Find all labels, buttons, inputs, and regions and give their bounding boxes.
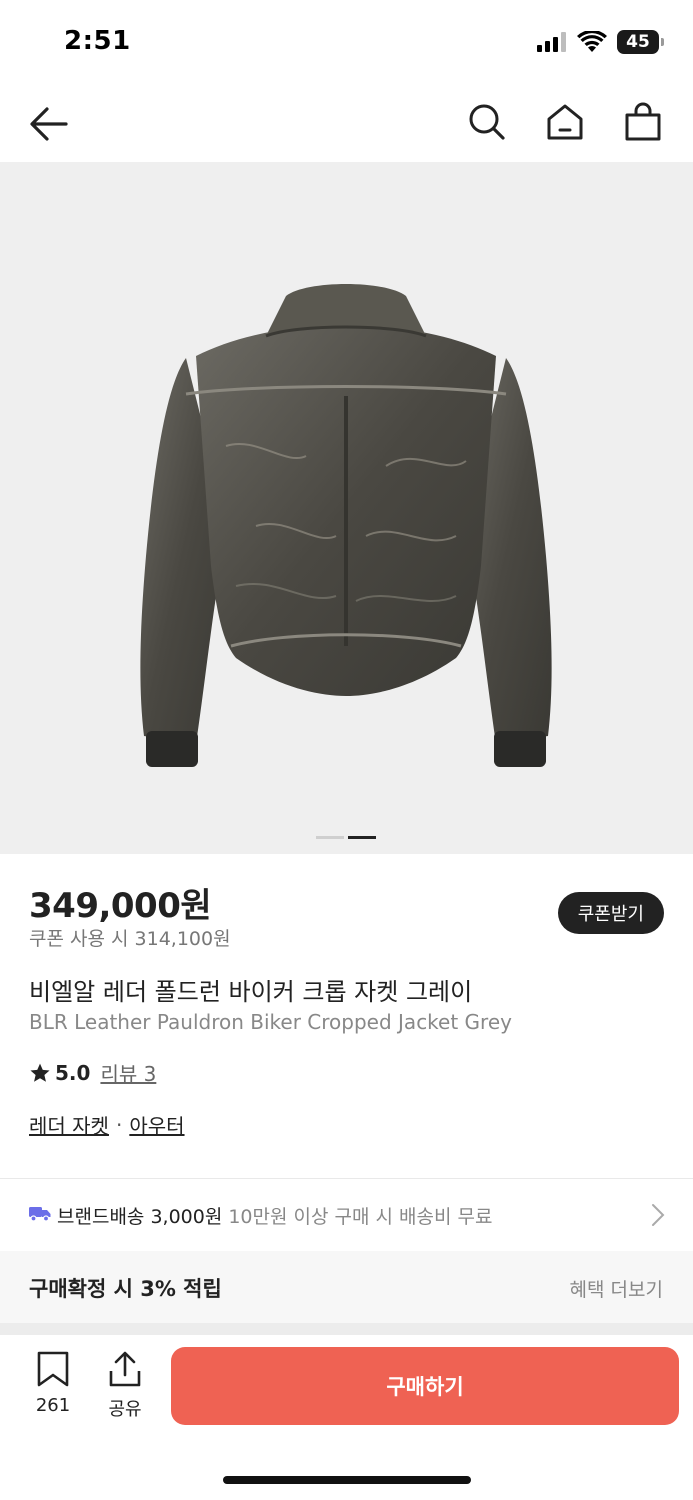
product-image <box>140 284 552 767</box>
buy-button[interactable]: 구매하기 <box>171 1347 679 1425</box>
status-bar: 2:51 45 <box>0 0 693 86</box>
back-button[interactable] <box>28 104 70 144</box>
bookmark-count: 261 <box>35 1395 71 1416</box>
bookmark-button[interactable]: 261 <box>30 1351 76 1416</box>
search-icon <box>469 104 505 140</box>
benefit-label: 구매확정 시 3% 적립 <box>29 1277 222 1301</box>
shipping-label: 브랜드배송 3,000원 <box>57 1206 223 1228</box>
product-image-gallery[interactable] <box>0 162 693 854</box>
home-icon <box>547 104 583 140</box>
rating-row: 5.0 리뷰 3 <box>29 1058 156 1087</box>
arrow-left-icon <box>30 107 68 141</box>
benefit-more-link[interactable]: 혜택 더보기 <box>570 1275 663 1302</box>
category-breadcrumb: 레더 자켓 · 아우터 <box>29 1110 185 1139</box>
bookmark-icon <box>37 1351 69 1387</box>
bottom-action-bar: 261 공유 구매하기 <box>0 1335 693 1500</box>
status-time: 2:51 <box>64 26 131 56</box>
product-price: 349,000원 <box>29 886 212 926</box>
section-divider <box>0 1323 693 1335</box>
top-navigation <box>0 86 693 162</box>
cellular-signal-icon <box>537 32 566 52</box>
star-icon <box>30 1063 50 1082</box>
share-label: 공유 <box>108 1399 142 1420</box>
category-link-leather-jacket[interactable]: 레더 자켓 <box>29 1110 109 1139</box>
product-name-en: BLR Leather Pauldron Biker Cropped Jacke… <box>29 1010 512 1034</box>
category-separator: · <box>115 1112 123 1137</box>
coupon-price: 쿠폰 사용 시 314,100원 <box>29 928 231 950</box>
reviews-link[interactable]: 리뷰 3 <box>100 1058 156 1087</box>
benefit-row: 구매확정 시 3% 적립 혜택 더보기 <box>0 1251 693 1323</box>
shipping-info-row[interactable]: 브랜드배송 3,000원 10만원 이상 구매 시 배송비 무료 <box>0 1179 693 1251</box>
share-button[interactable]: 공유 <box>102 1351 148 1421</box>
search-button[interactable] <box>467 102 507 142</box>
shipping-note: 10만원 이상 구매 시 배송비 무료 <box>228 1206 493 1228</box>
truck-icon <box>29 1207 51 1222</box>
battery-icon: 45 <box>617 30 664 54</box>
shopping-bag-icon <box>625 102 661 141</box>
status-icons: 45 <box>537 30 664 54</box>
home-indicator <box>223 1476 471 1484</box>
get-coupon-button[interactable]: 쿠폰받기 <box>557 892 664 934</box>
chevron-right-icon <box>652 1204 665 1226</box>
wifi-icon <box>577 31 607 52</box>
pagination-dot-active <box>348 836 376 839</box>
home-button[interactable] <box>545 102 585 142</box>
category-link-outer[interactable]: 아우터 <box>129 1110 184 1139</box>
gallery-pagination <box>316 836 376 839</box>
pagination-dot <box>316 836 344 839</box>
rating-score: 5.0 <box>55 1060 91 1085</box>
cart-button[interactable] <box>623 102 663 142</box>
product-name-ko: 비엘알 레더 폴드런 바이커 크롭 자켓 그레이 <box>29 978 473 1006</box>
share-icon <box>109 1351 141 1387</box>
